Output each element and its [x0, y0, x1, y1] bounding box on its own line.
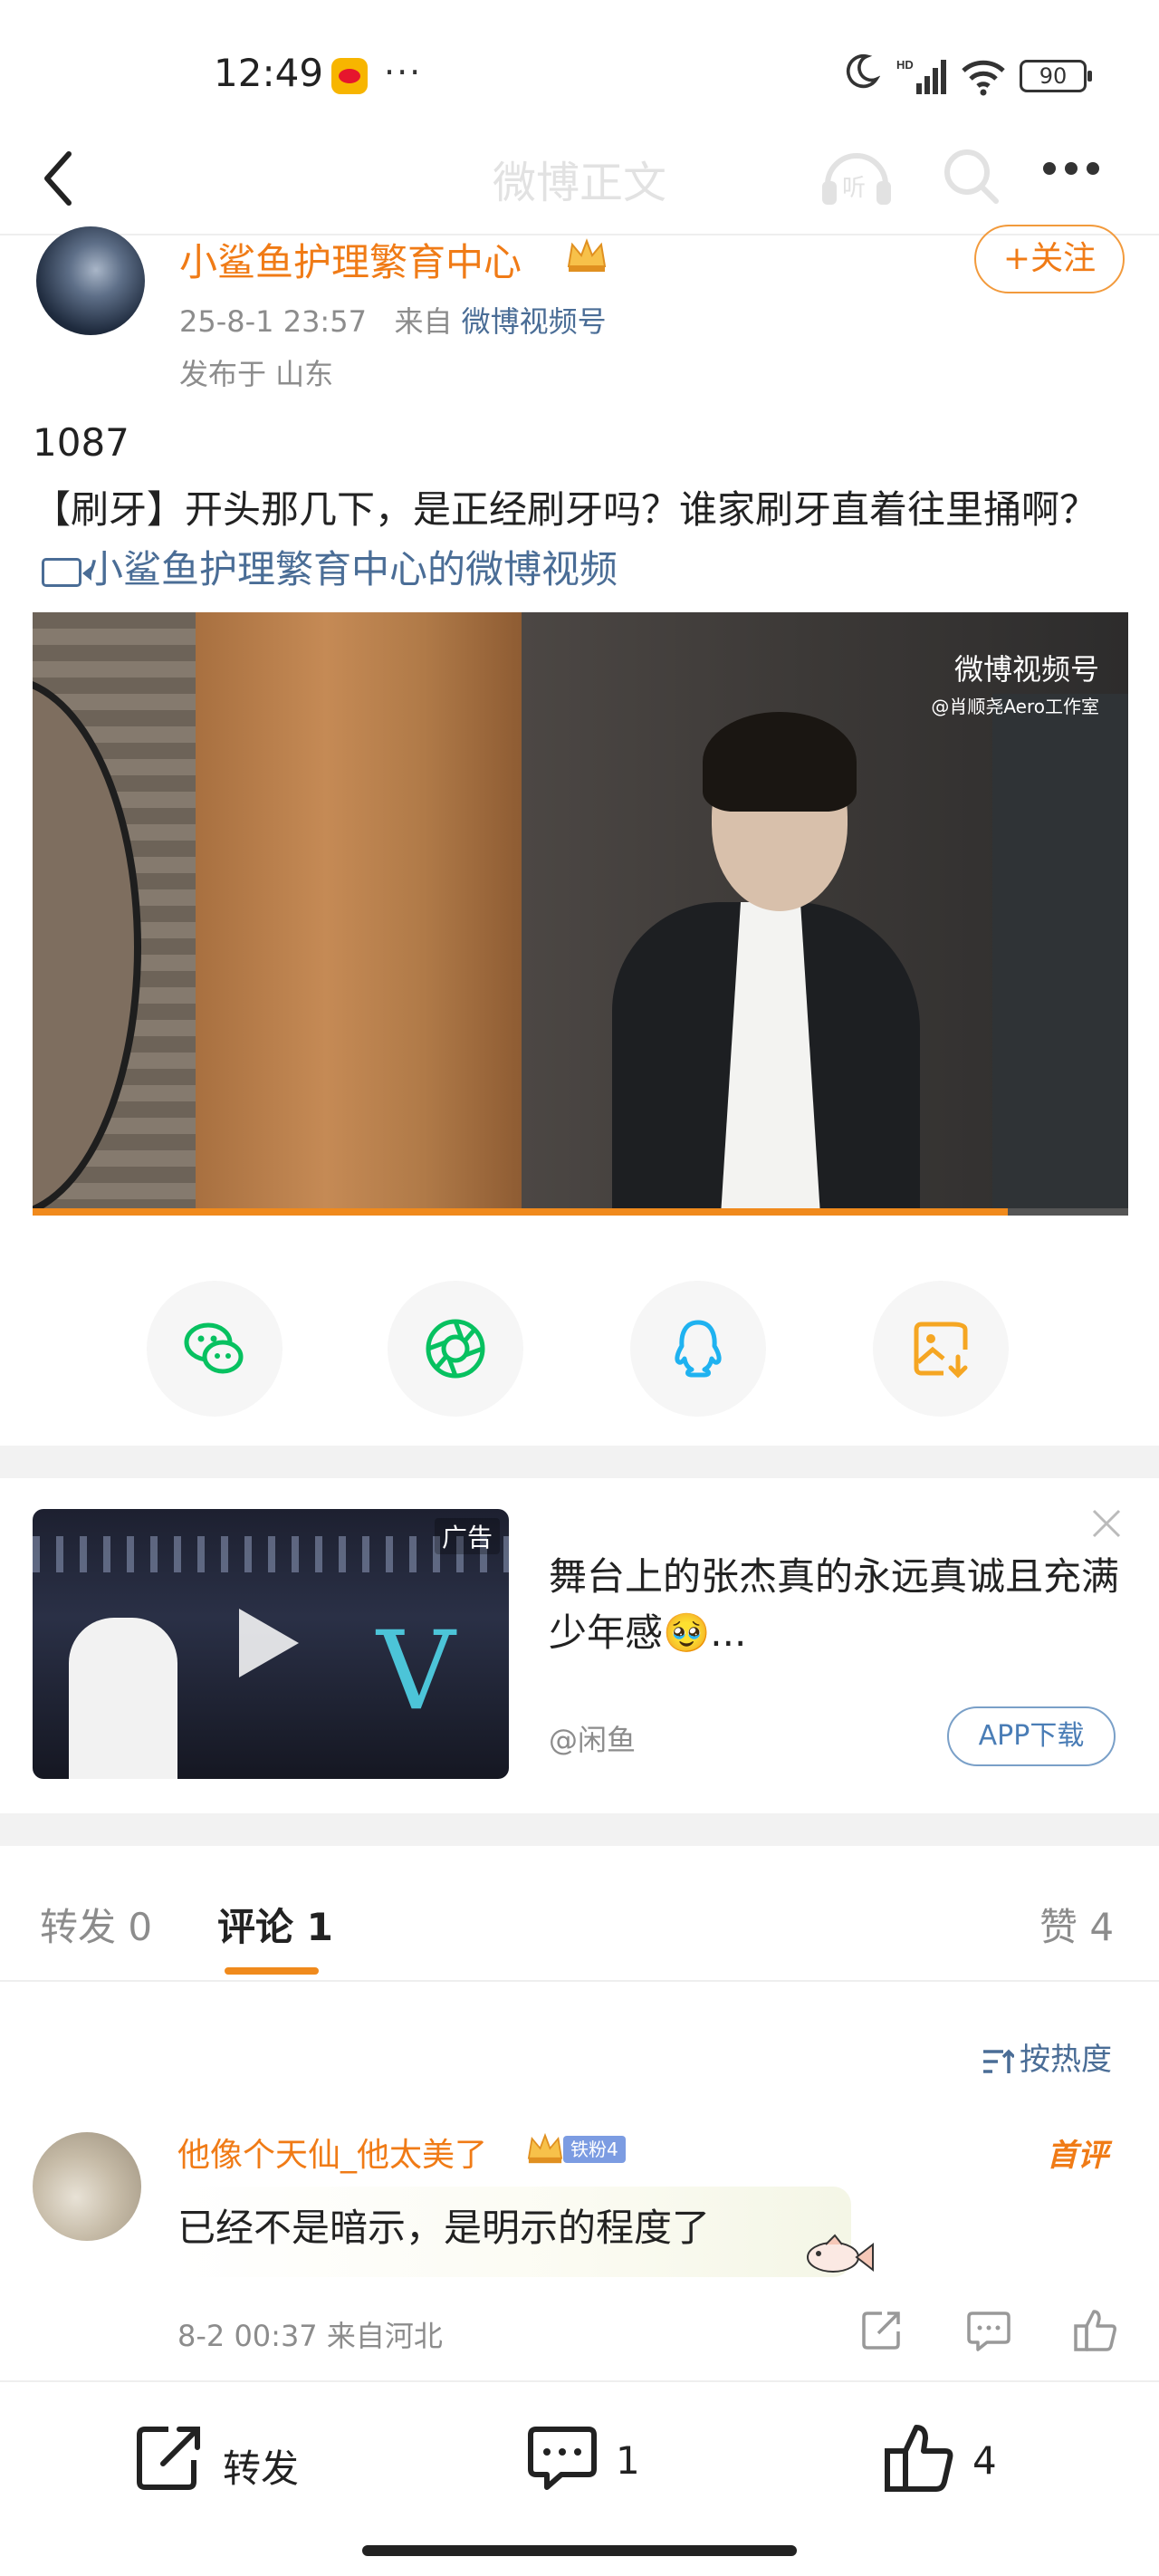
- home-indicator[interactable]: [362, 2545, 797, 2556]
- comment-text[interactable]: 已经不是暗示，是明示的程度了: [177, 2197, 710, 2253]
- sort-button[interactable]: 按热度: [982, 2034, 1112, 2079]
- video-progress-fill: [33, 1208, 1008, 1216]
- status-bar: 12:49 ··· HD 90: [0, 0, 1159, 145]
- ad-singer-figure: [69, 1618, 177, 1779]
- save-image-icon: [914, 1322, 968, 1379]
- ad-source: @闲鱼: [549, 1723, 637, 1757]
- post-source-link[interactable]: 微博视频号: [462, 304, 607, 339]
- sort-icon: [983, 2049, 1014, 2073]
- post-date: 25-8-1 23:57: [179, 304, 367, 339]
- video-camera-icon: [42, 557, 91, 587]
- like-count[interactable]: 4: [972, 2438, 997, 2483]
- video-watermark-sub: @肖顺尧Aero工作室: [931, 696, 1099, 717]
- comment-meta: 8-2 00:37 来自河北: [177, 2319, 443, 2353]
- repost-icon: [137, 2427, 200, 2490]
- section-divider: [0, 1813, 1159, 1846]
- like-icon: [885, 2425, 953, 2492]
- first-comment-badge: 首评: [1047, 2138, 1108, 2174]
- post-location: 发布于 山东: [179, 357, 334, 391]
- ad-stage-logo: V: [377, 1609, 455, 1735]
- app-download-button[interactable]: APP下载: [947, 1706, 1116, 1766]
- author-avatar[interactable]: [36, 226, 145, 335]
- ad-image[interactable]: V 广告: [33, 1509, 509, 1779]
- post-from-label: 来自: [394, 304, 453, 339]
- like-comment-icon[interactable]: [1072, 2306, 1119, 2353]
- wechat-icon: [184, 1322, 244, 1374]
- bottom-action-bar: 转发 1 4: [0, 2380, 1159, 2576]
- commenter-avatar[interactable]: [33, 2132, 141, 2241]
- video-watermark: 微博视频号 @肖顺尧Aero工作室: [931, 647, 1099, 718]
- crown-icon: [527, 2132, 563, 2164]
- moon-icon: [846, 53, 880, 89]
- search-icon[interactable]: [938, 143, 1003, 208]
- post-number: 1087: [33, 420, 129, 465]
- video-frame-person-hair: [703, 712, 857, 812]
- active-tab-underline: [225, 1967, 319, 1975]
- video-watermark-title: 微博视频号: [953, 652, 1099, 687]
- qq-icon: [675, 1320, 722, 1378]
- hd-signal-icon: HD: [896, 58, 946, 94]
- video-progress-bar[interactable]: [33, 1208, 1128, 1216]
- save-image-button[interactable]: [873, 1281, 1009, 1417]
- tab-like[interactable]: 赞 4: [1039, 1897, 1114, 1952]
- svg-text:听: 听: [842, 175, 866, 202]
- tab-comment[interactable]: 评论 1: [217, 1897, 333, 1952]
- play-icon[interactable]: [239, 1609, 299, 1677]
- comment-count[interactable]: 1: [616, 2438, 640, 2483]
- top-nav-bar: 微博正文 听: [0, 136, 1159, 235]
- ad-badge: 广告: [434, 1518, 500, 1554]
- interaction-tabs: 转发 0 评论 1 赞 4: [0, 1855, 1159, 1982]
- notification-more-indicator: ···: [384, 53, 423, 92]
- share-moments-button[interactable]: [388, 1281, 523, 1417]
- post-body-text: 【刷牙】开头那几下，是正经刷牙吗？谁家刷牙直着往里捅啊？: [33, 487, 1098, 532]
- video-link-text[interactable]: 小鲨鱼护理繁育中心的微博视频: [85, 547, 618, 591]
- commenter-name[interactable]: 他像个天仙_他太美了: [177, 2129, 487, 2176]
- share-qq-button[interactable]: [630, 1281, 766, 1417]
- post-text: 【刷牙】开头那几下，是正经刷牙吗？谁家刷牙直着往里捅啊？ 小鲨鱼护理繁育中心的微…: [33, 480, 1137, 600]
- close-icon[interactable]: [1090, 1507, 1123, 1540]
- more-icon[interactable]: [1043, 161, 1116, 188]
- svg-text:HD: HD: [896, 58, 914, 72]
- reply-comment-icon[interactable]: [965, 2306, 1012, 2353]
- fan-level-badge: 铁粉4: [563, 2136, 626, 2163]
- section-divider: [0, 1446, 1159, 1478]
- post-meta: 25-8-1 23:57 来自 微博视频号: [179, 299, 607, 341]
- status-time: 12:49: [214, 51, 324, 95]
- repost-button[interactable]: 转发: [132, 2420, 322, 2502]
- wifi-icon: [962, 60, 1005, 96]
- video-frame-door: [196, 612, 522, 1216]
- sort-label[interactable]: 按热度: [1020, 2042, 1112, 2078]
- author-name[interactable]: 小鲨鱼护理繁育中心: [179, 232, 522, 287]
- crown-icon: [567, 238, 607, 272]
- listen-icon[interactable]: 听: [815, 139, 898, 212]
- video-player[interactable]: 微博视频号 @肖顺尧Aero工作室: [33, 612, 1128, 1216]
- ad-text[interactable]: 舞台上的张杰真的永远真诚且充满少年感🥹...: [549, 1549, 1128, 1661]
- like-button[interactable]: 4: [882, 2420, 1000, 2502]
- repost-label[interactable]: 转发: [223, 2438, 299, 2494]
- video-frame-panel: [992, 694, 1128, 1216]
- fish-icon: [807, 2234, 874, 2273]
- moments-icon: [426, 1319, 485, 1379]
- share-wechat-button[interactable]: [147, 1281, 283, 1417]
- weibo-app-icon: [331, 58, 368, 94]
- tab-repost[interactable]: 转发 0: [40, 1897, 152, 1952]
- battery-icon: 90: [1020, 60, 1092, 92]
- comment-icon: [528, 2427, 597, 2490]
- repost-comment-icon[interactable]: [858, 2306, 905, 2353]
- comment-button[interactable]: 1: [525, 2420, 643, 2502]
- video-link[interactable]: 小鲨鱼护理繁育中心的微博视频: [33, 547, 618, 591]
- follow-button[interactable]: +关注: [974, 225, 1125, 293]
